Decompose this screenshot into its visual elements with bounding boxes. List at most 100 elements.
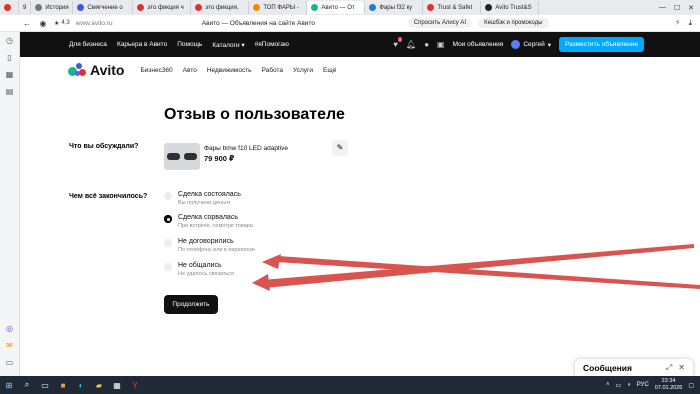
category-auto[interactable]: Авто	[183, 67, 197, 74]
browser-tab[interactable]: Смягчение о	[73, 1, 134, 14]
download-icon[interactable]: ⤓	[688, 18, 692, 28]
category-more[interactable]: Ещё	[323, 67, 336, 74]
clock-icon[interactable]: ◷	[5, 36, 15, 46]
clock[interactable]: 22:34 07.01.2026	[655, 378, 683, 392]
option-subtitle: По телефону или в переписке	[178, 247, 255, 253]
history-icon	[35, 4, 43, 11]
nav-link-help-hashtag[interactable]: #яПомогаю	[255, 41, 289, 49]
edit-item-button[interactable]: ✎	[332, 140, 348, 156]
category-realty[interactable]: Недвижимость	[207, 67, 252, 74]
task-view-icon[interactable]: ▭	[36, 376, 54, 394]
maximize-icon[interactable]: ☐	[674, 4, 680, 12]
browser-tab[interactable]: это фикция ч	[133, 1, 192, 14]
browser-tab-active[interactable]: Авито — От	[307, 1, 366, 14]
my-ads-link[interactable]: Мои объявления	[453, 41, 504, 48]
annotation-arrow	[262, 254, 281, 269]
radio-button[interactable]	[164, 239, 172, 247]
lightning-icon[interactable]: ⚡	[675, 18, 681, 28]
category-jobs[interactable]: Работа	[262, 67, 283, 74]
camera-app-icon[interactable]: ■	[54, 376, 72, 394]
windows-taskbar: ⊞ ⌕ ▭ ■ ◐ ▰ ▦ Y ˄ ▭ ◖ РУС 22:34 07.01.20…	[0, 376, 700, 394]
favorites-badge: 2	[397, 37, 403, 42]
url-field[interactable]: www.avito.ru	[76, 20, 196, 27]
minimize-icon[interactable]: —	[659, 4, 666, 12]
nav-link-career[interactable]: Карьера в Авито	[117, 41, 167, 49]
alice-icon[interactable]: ◎	[5, 324, 15, 334]
category-services[interactable]: Услуги	[293, 67, 313, 74]
avatar	[511, 40, 521, 49]
messages-widget[interactable]: Сообщения ⤢ ✕	[575, 359, 693, 376]
search-icon[interactable]: ⌕	[18, 376, 36, 394]
edge-icon[interactable]: ◐	[72, 376, 90, 394]
avito-logo-dots	[68, 63, 88, 77]
bookmark-icon[interactable]: ▯	[5, 53, 15, 63]
cashback-button[interactable]: Кешбэк и промокоды	[478, 18, 549, 28]
chevron-up-icon[interactable]: ˄	[606, 382, 610, 388]
category-business360[interactable]: Бизнес360	[140, 67, 172, 74]
question-outcome-label: Чем всё закончилось?	[69, 193, 148, 200]
option-deal-done[interactable]: Сделка состоялась Вы получили деньги	[164, 191, 241, 206]
close-icon[interactable]: ✕	[688, 4, 694, 12]
item-price: 79 900 ₽	[204, 154, 235, 163]
continue-button[interactable]: Продолжить	[164, 295, 218, 314]
grid-icon[interactable]: ▤	[5, 87, 15, 97]
notifications-icon[interactable]: ▢	[688, 382, 694, 389]
browser-tab[interactable]: Avito Trust&S	[481, 1, 540, 14]
calendar-icon[interactable]: ▦	[5, 70, 15, 80]
network-icon[interactable]: ▭	[615, 382, 621, 389]
chevron-down-icon: ▾	[241, 41, 245, 49]
item-title[interactable]: Фары bmw f10 LED adaptive	[204, 145, 288, 152]
radio-button[interactable]	[164, 192, 172, 200]
nav-link-catalogs[interactable]: Каталоги ▾	[212, 41, 244, 49]
chat-icon[interactable]: ●	[424, 40, 429, 49]
radio-button-checked[interactable]	[164, 215, 172, 223]
favorites-heart-icon[interactable]: ♥ 2	[393, 37, 403, 49]
bell-icon[interactable]: 🔔︎	[406, 40, 416, 49]
window-controls: — ☐ ✕	[659, 4, 700, 12]
post-ad-button[interactable]: Разместить объявление	[558, 37, 644, 52]
expand-icon[interactable]: ⤢	[666, 363, 672, 373]
mail-icon[interactable]: ✉	[5, 341, 15, 351]
cart-icon[interactable]: ▣	[437, 40, 445, 49]
folder-icon[interactable]: ▰	[90, 376, 108, 394]
store-icon[interactable]: ▦	[108, 376, 126, 394]
back-arrow-icon[interactable]: ←	[22, 19, 32, 28]
close-icon[interactable]: ✕	[678, 363, 685, 373]
browser-tab[interactable]: Фары f32 ку	[365, 1, 424, 14]
chevron-down-icon: ▾	[547, 41, 551, 49]
option-no-contact[interactable]: Не общались Не удалось связаться	[164, 262, 234, 277]
volume-icon[interactable]: ◖	[627, 382, 631, 388]
option-title: Сделка сорвалась	[178, 214, 238, 221]
windows-start-icon[interactable]: ⊞	[0, 376, 18, 394]
radio-button[interactable]	[164, 263, 172, 271]
nav-link-help[interactable]: Помощь	[177, 41, 202, 49]
yandex-icon	[4, 4, 11, 11]
ask-alice-button[interactable]: Спросить Алису AI	[407, 18, 473, 28]
option-deal-failed[interactable]: Сделка сорвалась При встрече, осмотре то…	[164, 214, 253, 229]
avito-subheader: Avito Бизнес360 Авто Недвижимость Работа…	[68, 60, 336, 80]
option-title: Сделка состоялась	[178, 191, 241, 198]
user-menu[interactable]: Сергей ▾	[511, 40, 551, 49]
site-icon	[137, 4, 145, 11]
browser-tab-history[interactable]: История	[31, 1, 74, 14]
annotation-arrow	[252, 274, 270, 291]
avito-logo[interactable]: Avito	[68, 62, 124, 78]
option-subtitle: Вы получили деньги	[178, 200, 231, 206]
browser-tab[interactable]	[0, 1, 19, 14]
protect-icon[interactable]: ◉	[38, 19, 48, 28]
settings-icon[interactable]: ▭	[5, 358, 15, 368]
browser-tab-strip: 9 История Смягчение о это фикция ч это ф…	[0, 0, 700, 15]
language-indicator[interactable]: РУС	[637, 382, 649, 388]
question-item-label: Что вы обсуждали?	[69, 143, 139, 150]
avito-top-nav: Для бизнеса Карьера в Авито Помощь Катал…	[20, 32, 700, 57]
browser-tab[interactable]: это фикция,	[191, 1, 250, 14]
page-title-field[interactable]: Авито — Объявления на сайте Авито	[202, 20, 402, 27]
nav-link-business[interactable]: Для бизнеса	[69, 41, 107, 49]
browser-tab[interactable]: Trust & Safet	[423, 1, 482, 14]
item-thumbnail	[164, 143, 200, 170]
site-rating[interactable]: ★ 4,3	[54, 20, 70, 27]
browser-tab[interactable]: ТОП ФАРЫ -	[249, 1, 308, 14]
option-no-agreement[interactable]: Не договорились По телефону или в перепи…	[164, 238, 255, 253]
browser-tab[interactable]: 9	[19, 1, 32, 14]
yandex-browser-icon[interactable]: Y	[126, 376, 144, 394]
